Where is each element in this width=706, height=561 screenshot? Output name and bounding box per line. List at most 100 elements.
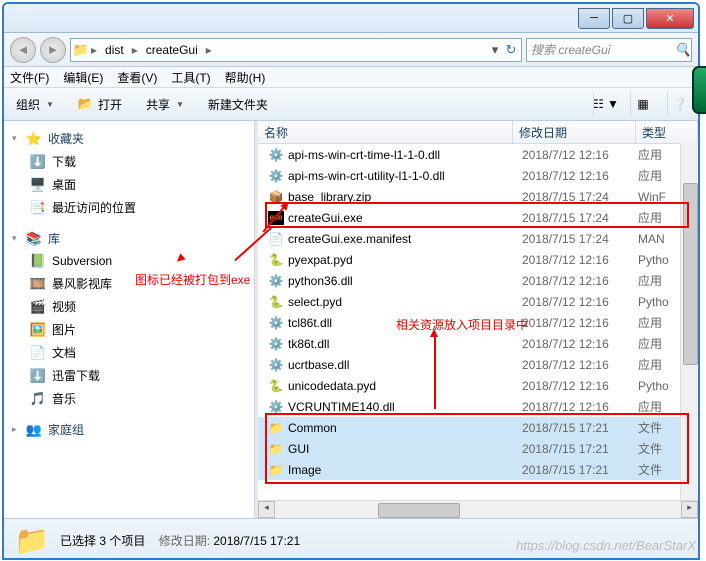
nav-baofeng[interactable]: 🎞️暴风影视库 — [4, 272, 254, 295]
dll-icon: ⚙️ — [268, 336, 284, 352]
nav-subversion[interactable]: 📗Subversion — [4, 250, 254, 272]
explorer-window: ─ ▢ ✕ ◄ ► 📁 ▸ dist ▸ createGui ▸ ▾ ↻ 搜索 … — [2, 2, 700, 560]
back-button[interactable]: ◄ — [10, 37, 36, 63]
horizontal-scrollbar[interactable]: ◂ ▸ — [258, 500, 698, 518]
file-row[interactable]: 🐍unicodedata.pyd2018/7/12 12:16Pytho — [258, 375, 698, 396]
menu-edit[interactable]: 编辑(E) — [63, 69, 103, 86]
nav-downloads[interactable]: ⬇️下载 — [4, 150, 254, 173]
nav-homegroup[interactable]: ▸👥家庭组 — [4, 418, 254, 441]
dll-icon: ⚙️ — [268, 399, 284, 415]
video-icon: 🎬 — [30, 299, 46, 315]
file-row[interactable]: ⚙️tk86t.dll2018/7/12 12:16应用 — [258, 333, 698, 354]
menu-tools[interactable]: 工具(T) — [171, 69, 210, 86]
menu-help[interactable]: 帮助(H) — [225, 69, 266, 86]
file-row[interactable]: 📄createGui.exe.manifest2018/7/15 17:24MA… — [258, 228, 698, 249]
nav-pictures[interactable]: 🖼️图片 — [4, 318, 254, 341]
folder-group-icon: 📁 — [14, 522, 50, 558]
back-arrow-icon: ◄ — [17, 42, 30, 57]
share-button[interactable]: 共享▼ — [140, 94, 190, 115]
preview-pane-button[interactable]: ▦ — [630, 92, 655, 116]
col-date[interactable]: 修改日期 — [513, 121, 636, 143]
chevron-down-icon: ▼ — [46, 100, 54, 109]
file-row[interactable]: ⚙️python36.dll2018/7/12 12:16应用 — [258, 270, 698, 291]
dll-icon: ⚙️ — [268, 357, 284, 373]
folder-icon: 📁 — [73, 42, 89, 58]
menu-view[interactable]: 查看(V) — [117, 69, 157, 86]
pyd-icon: 🐍 — [268, 294, 284, 310]
close-button[interactable]: ✕ — [646, 8, 694, 29]
breadcrumb-createGui[interactable]: createGui — [140, 39, 204, 61]
open-button[interactable]: 📂打开 — [72, 94, 128, 115]
minimize-button[interactable]: ─ — [578, 8, 610, 29]
breadcrumb-dist[interactable]: dist — [99, 39, 130, 61]
file-row[interactable]: 📦base_library.zip2018/7/15 17:24WinF — [258, 186, 698, 207]
file-list-pane: 名称 修改日期 类型 ⚙️api-ms-win-crt-time-l1-1-0.… — [258, 121, 698, 518]
expand-icon: ▸ — [12, 424, 20, 435]
search-icon: 🔍 — [675, 42, 691, 58]
nav-recent[interactable]: 📑最近访问的位置 — [4, 196, 254, 219]
file-row[interactable]: 📁GUI2018/7/15 17:21文件 — [258, 438, 698, 459]
scrollbar-thumb[interactable] — [683, 183, 698, 365]
menu-file[interactable]: 文件(F) — [10, 69, 49, 86]
exe-icon: exe — [268, 211, 284, 225]
forward-button[interactable]: ► — [40, 37, 66, 63]
address-bar[interactable]: 📁 ▸ dist ▸ createGui ▸ ▾ ↻ — [70, 38, 522, 62]
video-lib-icon: 🎞️ — [30, 276, 46, 292]
scroll-left-button[interactable]: ◂ — [258, 501, 275, 518]
pyd-icon: 🐍 — [268, 378, 284, 394]
scrollbar-thumb[interactable] — [378, 503, 460, 518]
organize-button[interactable]: 组织▼ — [10, 94, 60, 115]
nav-libraries[interactable]: ▾📚库 — [4, 227, 254, 250]
document-icon: 📄 — [30, 345, 46, 361]
crumb-sep-icon: ▸ — [130, 43, 140, 57]
zip-icon: 📦 — [268, 189, 284, 205]
navigation-bar: ◄ ► 📁 ▸ dist ▸ createGui ▸ ▾ ↻ 搜索 create… — [4, 33, 698, 67]
new-folder-button[interactable]: 新建文件夹 — [202, 94, 274, 115]
nav-desktop[interactable]: 🖥️桌面 — [4, 173, 254, 196]
status-date-label: 修改日期: — [159, 534, 210, 548]
nav-videos[interactable]: 🎬视频 — [4, 295, 254, 318]
file-list[interactable]: ⚙️api-ms-win-crt-time-l1-1-0.dll2018/7/1… — [258, 144, 698, 500]
navigation-pane: ▾⭐收藏夹 ⬇️下载 🖥️桌面 📑最近访问的位置 ▾📚库 📗Subversion… — [4, 121, 255, 518]
dll-icon: ⚙️ — [268, 168, 284, 184]
recent-icon: 📑 — [30, 200, 46, 216]
scroll-right-button[interactable]: ▸ — [681, 501, 698, 518]
file-row[interactable]: 📁Common2018/7/15 17:21文件 — [258, 417, 698, 438]
search-input[interactable]: 搜索 createGui 🔍 — [526, 38, 692, 62]
nav-music[interactable]: 🎵音乐 — [4, 387, 254, 410]
vertical-scrollbar[interactable] — [680, 143, 698, 501]
desktop-icon: 🖥️ — [30, 177, 46, 193]
menubar: 文件(F) 编辑(E) 查看(V) 工具(T) 帮助(H) — [4, 67, 698, 88]
dropdown-icon[interactable]: ▾ — [487, 42, 503, 58]
view-options-button[interactable]: ☷▼ — [593, 92, 618, 116]
maximize-button[interactable]: ▢ — [612, 8, 644, 29]
file-row[interactable]: 🐍select.pyd2018/7/12 12:16Pytho — [258, 291, 698, 312]
chevron-down-icon: ▼ — [176, 100, 184, 109]
folder-icon: 📁 — [268, 420, 284, 436]
nav-documents[interactable]: 📄文档 — [4, 341, 254, 364]
nav-xunlei[interactable]: ⬇️迅雷下载 — [4, 364, 254, 387]
nav-favorites[interactable]: ▾⭐收藏夹 — [4, 127, 254, 150]
titlebar[interactable]: ─ ▢ ✕ — [4, 4, 698, 33]
collapse-icon: ▾ — [12, 133, 20, 144]
toolbar: 组织▼ 📂打开 共享▼ 新建文件夹 ☷▼ ▦ ❔ — [4, 88, 698, 121]
picture-icon: 🖼️ — [30, 322, 46, 338]
status-bar: 📁 已选择 3 个项目 修改日期: 2018/7/15 17:21 — [4, 518, 698, 560]
file-row[interactable]: 📁Image2018/7/15 17:21文件 — [258, 459, 698, 480]
dll-icon: ⚙️ — [268, 147, 284, 163]
download-icon: ⬇️ — [30, 368, 46, 384]
help-button[interactable]: ❔ — [667, 92, 692, 116]
file-row[interactable]: 🐍pyexpat.pyd2018/7/12 12:16Pytho — [258, 249, 698, 270]
file-row[interactable]: ⚙️api-ms-win-crt-time-l1-1-0.dll2018/7/1… — [258, 144, 698, 165]
file-row[interactable]: execreateGui.exe2018/7/15 17:24应用 — [258, 207, 698, 228]
dll-icon: ⚙️ — [268, 315, 284, 331]
file-row[interactable]: ⚙️api-ms-win-crt-utility-l1-1-0.dll2018/… — [258, 165, 698, 186]
col-type[interactable]: 类型 — [636, 121, 698, 143]
file-row[interactable]: ⚙️VCRUNTIME140.dll2018/7/12 12:16应用 — [258, 396, 698, 417]
refresh-icon[interactable]: ↻ — [503, 42, 519, 58]
homegroup-icon: 👥 — [26, 422, 42, 438]
forward-arrow-icon: ► — [47, 42, 60, 57]
file-row[interactable]: ⚙️ucrtbase.dll2018/7/12 12:16应用 — [258, 354, 698, 375]
col-name[interactable]: 名称 — [258, 121, 513, 143]
file-row[interactable]: ⚙️tcl86t.dll2018/7/12 12:16应用 — [258, 312, 698, 333]
